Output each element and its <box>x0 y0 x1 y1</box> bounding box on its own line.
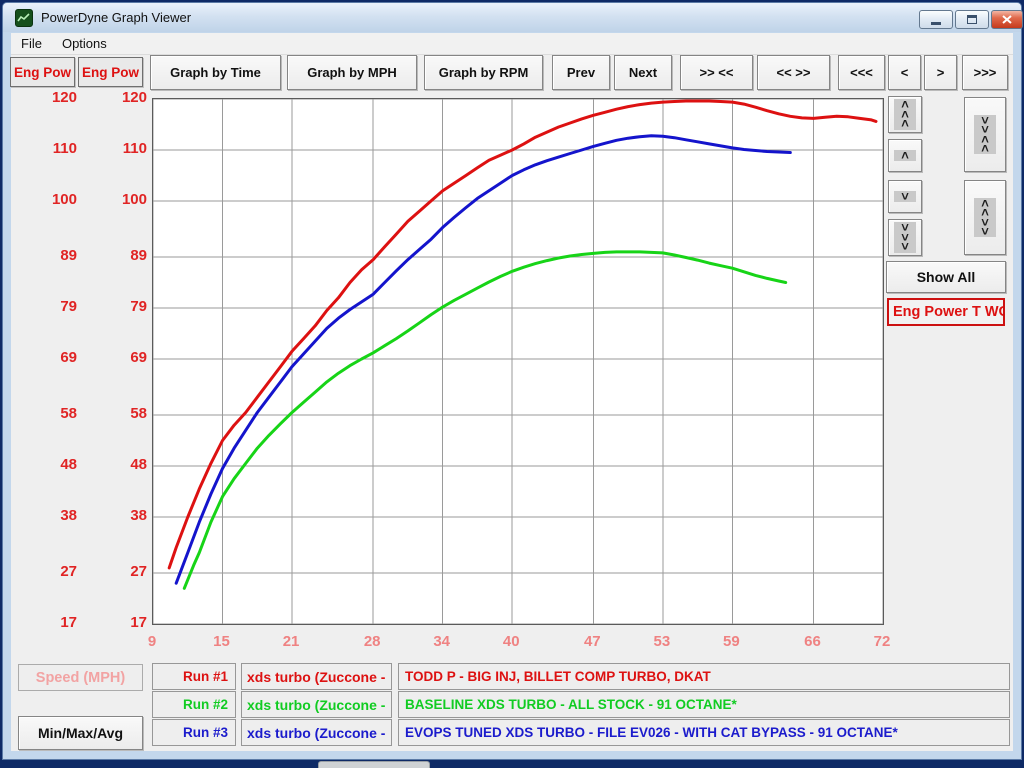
y-tick-label: 48 <box>19 456 77 473</box>
app-icon <box>15 9 33 27</box>
y-tick-label: 38 <box>19 507 77 524</box>
x-tick-label: 53 <box>645 633 679 650</box>
run-3-label: Run #3 <box>152 719 236 746</box>
minimize-icon <box>931 22 941 25</box>
y-tick-label: 110 <box>19 140 77 157</box>
run-3-description-field[interactable]: EVOPS TUNED XDS TURBO - FILE EV026 - WIT… <box>398 719 1010 746</box>
x-axis-unit-button[interactable]: Speed (MPH) <box>18 664 143 691</box>
y-tick-label: 38 <box>89 507 147 524</box>
close-icon <box>1002 15 1012 24</box>
taskbar-button-peek[interactable] <box>318 761 430 768</box>
run-1-description-field[interactable]: TODD P - BIG INJ, BILLET COMP TURBO, DKA… <box>398 663 1010 690</box>
y-tick-label: 120 <box>89 89 147 106</box>
run-3-name-field[interactable]: xds turbo (Zuccone - <box>241 719 392 746</box>
triple-chevron-up-icon: ˄ ˄ ˄ <box>894 99 916 129</box>
scroll-down-button[interactable]: ˅ <box>888 180 922 213</box>
menu-file[interactable]: File <box>11 33 52 54</box>
x-tick-label: 72 <box>865 633 899 650</box>
x-tick-label: 9 <box>135 633 169 650</box>
pan-right-button[interactable]: > <box>924 55 957 90</box>
run-2-label: Run #2 <box>152 691 236 718</box>
x-tick-label: 47 <box>575 633 609 650</box>
y-tick-label: 89 <box>19 247 77 264</box>
x-tick-label: 34 <box>425 633 459 650</box>
graph-by-rpm-button[interactable]: Graph by RPM <box>424 55 543 90</box>
pan-left-button[interactable]: < <box>888 55 921 90</box>
run-1-name-field[interactable]: xds turbo (Zuccone - <box>241 663 392 690</box>
run-1-label: Run #1 <box>152 663 236 690</box>
chevron-up-icon: ˄ <box>894 150 916 161</box>
y-tick-label: 100 <box>19 191 77 208</box>
chevrons-down-up-icon: ˅ ˅ ˄ ˄ <box>974 115 996 154</box>
close-button[interactable] <box>991 10 1023 29</box>
active-series-label: Eng Power T WC <box>887 298 1005 326</box>
y-tick-label: 58 <box>19 405 77 422</box>
menu-options[interactable]: Options <box>52 33 117 54</box>
pan-left-fast-button[interactable]: <<< <box>838 55 885 90</box>
compress-scale-button[interactable]: ˅ ˅ ˄ ˄ <box>964 97 1006 172</box>
zoom-in-x-button[interactable]: >> << <box>680 55 753 90</box>
dyno-chart <box>152 98 884 625</box>
chevron-down-icon: ˅ <box>894 191 916 202</box>
show-all-button[interactable]: Show All <box>886 261 1006 293</box>
pan-right-fast-button[interactable]: >>> <box>962 55 1008 90</box>
desktop: PowerDyne Graph Viewer File Options Eng … <box>0 0 1024 768</box>
y-axis-tab-1[interactable]: Eng Pow <box>10 57 75 87</box>
graph-by-mph-button[interactable]: Graph by MPH <box>287 55 417 90</box>
next-button[interactable]: Next <box>614 55 672 90</box>
triple-chevron-down-icon: ˅ ˅ ˅ <box>894 222 916 252</box>
expand-scale-button[interactable]: ˄ ˄ ˅ ˅ <box>964 180 1006 255</box>
title-bar[interactable]: PowerDyne Graph Viewer <box>3 3 1021 32</box>
x-tick-label: 28 <box>355 633 389 650</box>
y-tick-label: 17 <box>89 614 147 631</box>
run-2-name-field[interactable]: xds turbo (Zuccone - <box>241 691 392 718</box>
chart-plot <box>153 99 883 624</box>
x-tick-label: 15 <box>205 633 239 650</box>
y-tick-label: 69 <box>89 349 147 366</box>
y-tick-label: 27 <box>19 563 77 580</box>
x-tick-label: 21 <box>274 633 308 650</box>
y-tick-label: 110 <box>89 140 147 157</box>
y-tick-label: 120 <box>19 89 77 106</box>
y-tick-label: 17 <box>19 614 77 631</box>
min-max-avg-button[interactable]: Min/Max/Avg <box>18 716 143 750</box>
maximize-icon <box>967 15 977 24</box>
prev-button[interactable]: Prev <box>552 55 610 90</box>
window-title: PowerDyne Graph Viewer <box>41 10 191 25</box>
y-tick-label: 69 <box>19 349 77 366</box>
scroll-up-fast-button[interactable]: ˄ ˄ ˄ <box>888 96 922 133</box>
x-tick-label: 40 <box>494 633 528 650</box>
y-tick-label: 79 <box>19 298 77 315</box>
y-tick-label: 27 <box>89 563 147 580</box>
y-tick-label: 89 <box>89 247 147 264</box>
menu-bar: File Options <box>11 33 1013 55</box>
x-tick-label: 66 <box>795 633 829 650</box>
run-2-description-field[interactable]: BASELINE XDS TURBO - ALL STOCK - 91 OCTA… <box>398 691 1010 718</box>
maximize-button[interactable] <box>955 10 989 29</box>
chevrons-up-down-icon: ˄ ˄ ˅ ˅ <box>974 198 996 237</box>
y-axis-tab-2[interactable]: Eng Pow <box>78 57 143 87</box>
y-tick-label: 58 <box>89 405 147 422</box>
scroll-down-fast-button[interactable]: ˅ ˅ ˅ <box>888 219 922 256</box>
y-tick-label: 48 <box>89 456 147 473</box>
minimize-button[interactable] <box>919 10 953 29</box>
zoom-out-x-button[interactable]: << >> <box>757 55 830 90</box>
scroll-up-button[interactable]: ˄ <box>888 139 922 172</box>
x-tick-label: 59 <box>714 633 748 650</box>
y-tick-label: 79 <box>89 298 147 315</box>
y-tick-label: 100 <box>89 191 147 208</box>
graph-by-time-button[interactable]: Graph by Time <box>150 55 281 90</box>
